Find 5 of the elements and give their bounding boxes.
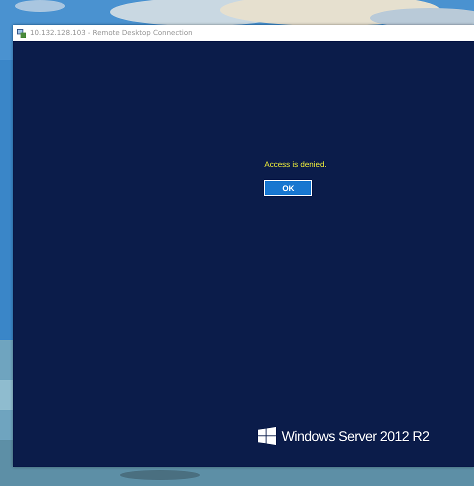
remote-desktop-icon [17, 28, 26, 38]
product-name: Windows Server 2012 R2 [282, 428, 430, 444]
error-message: Access is denied. [264, 160, 327, 169]
windows-logo-icon [258, 427, 276, 445]
ok-button[interactable]: OK [264, 180, 312, 196]
